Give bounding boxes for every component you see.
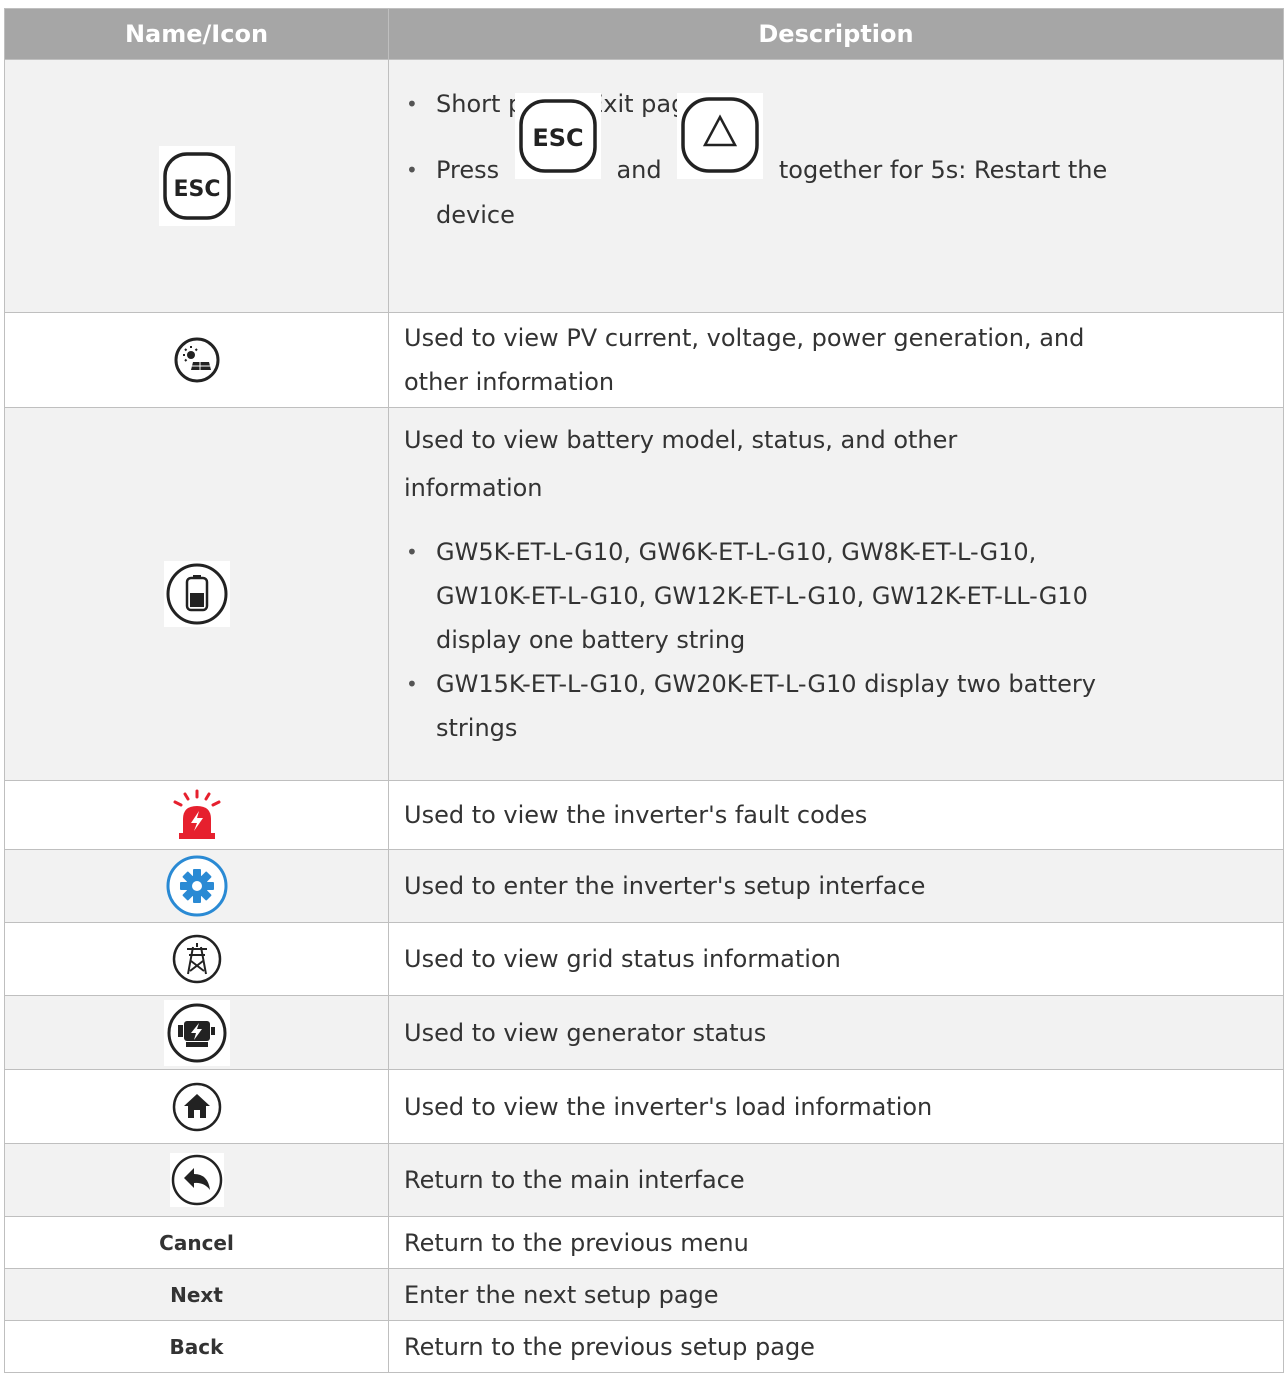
table-row-load: Used to view the inverter's load informa… xyxy=(4,1069,1284,1144)
grid-tower-icon xyxy=(171,933,223,985)
icon-cell xyxy=(4,922,389,996)
up-triangle-key-icon xyxy=(677,93,764,193)
desc-text: Used to view generator status xyxy=(404,1018,767,1047)
desc-cell: Return to the previous setup page xyxy=(388,1320,1284,1373)
icon-cell xyxy=(4,1143,389,1217)
alarm-light-icon xyxy=(167,789,227,841)
desc-cell: Used to view generator status xyxy=(388,995,1284,1070)
desc-cell: Used to view the inverter's load informa… xyxy=(388,1069,1284,1144)
icon-cell xyxy=(4,1069,389,1144)
battery-icon xyxy=(163,561,230,627)
desc-cell: Return to the previous menu xyxy=(388,1216,1284,1269)
desc-text-2: other information xyxy=(404,368,615,396)
generator-icon xyxy=(163,999,230,1066)
list-item: GW15K-ET-L-G10, GW20K-ET-L-G10 display t… xyxy=(404,662,1273,750)
press-suffix-text-2: device xyxy=(436,201,515,229)
bullet-text: GW15K-ET-L-G10, GW20K-ET-L-G10 display t… xyxy=(436,670,1096,698)
header-description: Description xyxy=(388,8,1284,60)
esc-key-icon: ESC xyxy=(514,93,601,193)
desc-text: Return to the main interface xyxy=(404,1166,745,1194)
icon-cell xyxy=(4,407,389,781)
back-label: Back xyxy=(4,1320,389,1373)
desc-text: Used to view battery model, status, and … xyxy=(404,426,958,454)
table-row-esc: ESC Short press: Exit page Press ESC xyxy=(4,59,1284,313)
desc-cell: Used to view the inverter's fault codes xyxy=(388,780,1284,850)
desc-text: Used to view grid status information xyxy=(404,945,841,973)
desc-cell: Used to enter the inverter's setup inter… xyxy=(388,849,1284,923)
bullet-text: GW10K-ET-L-G10, GW12K-ET-L-G10, GW12K-ET… xyxy=(436,582,1088,610)
table-row-setup: Used to enter the inverter's setup inter… xyxy=(4,849,1284,923)
icon-description-table: Name/Icon Description ESC Short press: E… xyxy=(4,8,1284,1373)
desc-text: Enter the next setup page xyxy=(404,1280,719,1309)
bullet-text: GW5K-ET-L-G10, GW6K-ET-L-G10, GW8K-ET-L-… xyxy=(436,538,1037,566)
home-icon xyxy=(171,1081,223,1133)
cancel-label: Cancel xyxy=(4,1216,389,1269)
table-row-back: Back Return to the previous setup page xyxy=(4,1320,1284,1373)
icon-cell xyxy=(4,995,389,1070)
table-row-next: Next Enter the next setup page xyxy=(4,1268,1284,1321)
desc-text: Used to view the inverter's fault codes xyxy=(404,801,868,829)
pv-sun-panel-icon xyxy=(173,336,221,384)
table-header-row: Name/Icon Description xyxy=(4,8,1284,60)
desc-cell: Enter the next setup page xyxy=(388,1268,1284,1321)
gear-icon xyxy=(165,854,229,918)
desc-text: Used to enter the inverter's setup inter… xyxy=(404,872,926,900)
next-label: Next xyxy=(4,1268,389,1321)
bullet-text: display one battery string xyxy=(436,626,746,654)
desc-text: Used to view PV current, voltage, power … xyxy=(404,324,1085,352)
press-suffix-text: together for 5s: Restart the xyxy=(778,156,1108,184)
icon-cell xyxy=(4,312,389,408)
desc-text: Return to the previous menu xyxy=(404,1228,749,1257)
list-item: GW5K-ET-L-G10, GW6K-ET-L-G10, GW8K-ET-L-… xyxy=(404,530,1273,662)
desc-text-2: information xyxy=(404,474,543,502)
icon-cell: ESC xyxy=(4,59,389,313)
desc-cell: Return to the main interface xyxy=(388,1143,1284,1217)
table-row-cancel: Cancel Return to the previous menu xyxy=(4,1216,1284,1269)
press-text: Press xyxy=(436,156,500,184)
desc-text: Return to the previous setup page xyxy=(404,1332,815,1361)
table-row-pv: Used to view PV current, voltage, power … xyxy=(4,312,1284,408)
bullet-text: strings xyxy=(436,714,518,742)
table-row-fault: Used to view the inverter's fault codes xyxy=(4,780,1284,850)
desc-cell: Short press: Exit page Press ESC and xyxy=(388,59,1284,313)
return-arrow-icon xyxy=(169,1153,224,1207)
list-item: Press ESC and xyxy=(404,93,1273,237)
desc-cell: Used to view grid status information xyxy=(388,922,1284,996)
table-row-grid: Used to view grid status information xyxy=(4,922,1284,996)
icon-cell xyxy=(4,780,389,850)
esc-key-icon: ESC xyxy=(158,146,235,226)
and-text: and xyxy=(616,156,662,184)
desc-cell: Used to view battery model, status, and … xyxy=(388,407,1284,781)
svg-text:ESC: ESC xyxy=(532,124,583,152)
svg-text:ESC: ESC xyxy=(173,177,220,202)
desc-text: Used to view the inverter's load informa… xyxy=(404,1092,933,1121)
table-row-return: Return to the main interface xyxy=(4,1143,1284,1217)
icon-cell xyxy=(4,849,389,923)
desc-cell: Used to view PV current, voltage, power … xyxy=(388,312,1284,408)
table-row-battery: Used to view battery model, status, and … xyxy=(4,407,1284,781)
table-row-generator: Used to view generator status xyxy=(4,995,1284,1070)
header-name-icon: Name/Icon xyxy=(4,8,389,60)
